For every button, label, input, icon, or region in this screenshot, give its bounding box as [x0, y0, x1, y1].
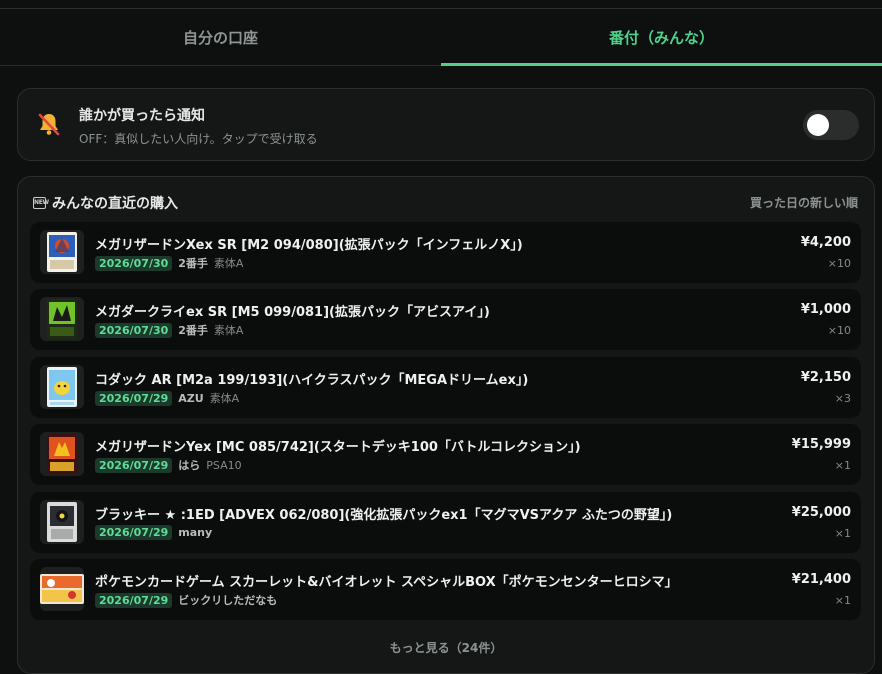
- card-thumbnail: [40, 230, 84, 274]
- sort-selector[interactable]: 買った日の新しい順: [750, 194, 858, 211]
- buyer-name[interactable]: many: [178, 526, 212, 539]
- purchase-date-badge: 2026/07/29: [95, 525, 173, 540]
- buyer-name[interactable]: はら: [178, 457, 200, 473]
- item-name: ブラッキー ★ :1ED [ADVEX 062/080](強化拡張パックex1「…: [95, 508, 673, 523]
- purchase-date-badge: 2026/07/29: [95, 592, 173, 608]
- buyer-name[interactable]: 2番手: [178, 322, 208, 338]
- notification-subtitle: OFF：真似したい人向け。タップで受け取る: [79, 132, 318, 146]
- tab-ranking[interactable]: 番付（みんな）: [441, 9, 882, 66]
- item-meta: 2026/07/29 ビックリしただなも: [95, 592, 283, 608]
- purchase-date-badge: 2026/07/29: [95, 390, 173, 406]
- buyer-name[interactable]: 2番手: [178, 255, 208, 271]
- item-name: メガリザードンXex SR [M2 094/080](拡張パック「インフェルノX…: [95, 238, 523, 253]
- purchase-row[interactable]: メガダークライex SR [M5 099/081](拡張パック「アビスアイ」) …: [30, 289, 861, 350]
- item-meta: 2026/07/29 many: [95, 525, 218, 540]
- purchase-date-badge: 2026/07/29: [95, 457, 173, 473]
- card-thumbnail: [40, 365, 84, 409]
- item-meta: 2026/07/30 2番手 素体A: [95, 255, 243, 271]
- item-quantity: ×10: [827, 257, 851, 270]
- item-name: メガダークライex SR [M5 099/081](拡張パック「アビスアイ」): [95, 305, 490, 320]
- item-condition: PSA10: [206, 458, 242, 472]
- purchase-row[interactable]: コダック AR [M2a 199/193](ハイクラスパック「MEGAドリームe…: [30, 357, 861, 418]
- item-condition: 素体A: [213, 257, 244, 270]
- recent-purchases-card: NEW みんなの直近の購入 買った日の新しい順 メガリザードンXex SR [M…: [17, 176, 875, 674]
- new-icon: NEW: [33, 197, 49, 209]
- item-price: ¥2,150: [800, 370, 851, 385]
- purchase-date-badge: 2026/07/30: [95, 322, 173, 338]
- item-price: ¥21,400: [791, 572, 851, 587]
- buyer-name[interactable]: AZU: [178, 392, 203, 405]
- feed-title: みんなの直近の購入: [52, 196, 178, 212]
- item-price: ¥1,000: [800, 302, 851, 317]
- tab-bar: 自分の口座 番付（みんな）: [0, 9, 882, 66]
- item-meta: 2026/07/29 AZU 素体A: [95, 390, 239, 406]
- show-more-button[interactable]: もっと見る（24件）: [18, 639, 874, 656]
- item-quantity: ×1: [834, 527, 851, 540]
- card-thumbnail: [40, 297, 84, 341]
- bell-off-icon: [38, 113, 60, 136]
- item-price: ¥4,200: [800, 235, 851, 250]
- item-quantity: ×3: [834, 392, 851, 405]
- item-condition: 素体A: [209, 392, 240, 405]
- item-name: ポケモンカードゲーム スカーレット&バイオレット スペシャルBOX「ポケモンセン…: [95, 575, 678, 590]
- item-quantity: ×10: [827, 324, 851, 337]
- item-price: ¥25,000: [791, 505, 851, 520]
- item-meta: 2026/07/29 はら PSA10: [95, 457, 242, 473]
- buyer-name[interactable]: ビックリしただなも: [178, 592, 277, 608]
- purchase-row[interactable]: メガリザードンYex [MC 085/742](スタートデッキ100「バトルコレ…: [30, 424, 861, 485]
- item-name: コダック AR [M2a 199/193](ハイクラスパック「MEGAドリームe…: [95, 373, 529, 388]
- purchase-date-badge: 2026/07/30: [95, 255, 173, 271]
- notification-toggle[interactable]: [803, 110, 859, 140]
- notification-title: 誰かが買ったら通知: [79, 108, 205, 124]
- box-thumbnail: [40, 567, 84, 611]
- card-thumbnail: [40, 500, 84, 544]
- purchase-row[interactable]: ブラッキー ★ :1ED [ADVEX 062/080](強化拡張パックex1「…: [30, 492, 861, 553]
- notification-card: 誰かが買ったら通知 OFF：真似したい人向け。タップで受け取る: [17, 88, 875, 161]
- card-thumbnail: [40, 432, 84, 476]
- item-quantity: ×1: [834, 459, 851, 472]
- toggle-knob: [807, 114, 829, 136]
- tab-my-account[interactable]: 自分の口座: [0, 9, 441, 65]
- feed-header: NEW みんなの直近の購入: [33, 193, 178, 213]
- purchase-row[interactable]: ポケモンカードゲーム スカーレット&バイオレット スペシャルBOX「ポケモンセン…: [30, 559, 861, 620]
- item-name: メガリザードンYex [MC 085/742](スタートデッキ100「バトルコレ…: [95, 440, 581, 455]
- item-meta: 2026/07/30 2番手 素体A: [95, 322, 243, 338]
- item-condition: 素体A: [213, 324, 244, 337]
- purchase-row[interactable]: メガリザードンXex SR [M2 094/080](拡張パック「インフェルノX…: [30, 222, 861, 283]
- item-price: ¥15,999: [791, 437, 851, 452]
- item-quantity: ×1: [834, 594, 851, 607]
